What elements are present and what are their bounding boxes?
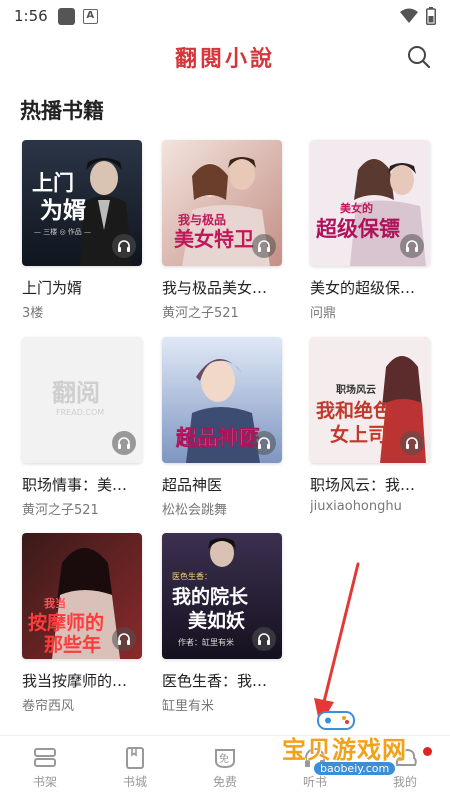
book-author: 缸里有米: [162, 699, 215, 714]
svg-text:免: 免: [219, 752, 229, 765]
tab-label: 书城: [122, 775, 147, 789]
book-title[interactable]: 上门为婿: [22, 277, 144, 298]
wifi-icon: [400, 8, 418, 23]
headphones-icon[interactable]: [112, 627, 136, 651]
book-cover[interactable]: 美女的 超级保镖: [310, 140, 430, 266]
book-cover[interactable]: 超品神医: [162, 337, 282, 463]
svg-text:美女的: 美女的: [340, 201, 373, 215]
svg-text:我和绝色: 我和绝色: [316, 399, 392, 422]
status-bar: 1:56 A: [0, 0, 450, 32]
gamepad-icon: [317, 711, 355, 730]
annotation-arrow: [314, 562, 360, 726]
book-author: 3楼: [22, 306, 44, 321]
book-card[interactable]: 上门 为婿 — 三楼 ◎ 作品 — 上门为婿 3楼: [22, 140, 144, 321]
watermark: 宝贝游戏网 baobeiy.com: [272, 708, 422, 788]
svg-text:FREAD.COM: FREAD.COM: [56, 408, 104, 417]
tab-label: 免费: [212, 775, 237, 789]
book-author: 黄河之子521: [22, 503, 99, 518]
book-title[interactable]: 我当按摩师的…: [22, 670, 144, 691]
book-cover[interactable]: 职场风云 我和绝色 女上司: [310, 337, 430, 463]
svg-text:按摩师的: 按摩师的: [28, 611, 104, 634]
svg-text:上门: 上门: [32, 170, 74, 195]
tab-shelf[interactable]: 书架: [0, 736, 90, 800]
svg-text:翻阅: 翻阅: [52, 378, 100, 407]
status-time: 1:56: [14, 7, 48, 25]
headphones-icon[interactable]: [112, 431, 136, 455]
book-card[interactable]: 职场风云 我和绝色 女上司 职场风云：我… jiuxiaohonghu: [310, 337, 432, 514]
free-icon: 免: [215, 749, 235, 769]
book-cover[interactable]: 翻阅 FREAD.COM: [22, 337, 142, 463]
headphones-icon[interactable]: [112, 234, 136, 258]
headphones-icon[interactable]: [252, 431, 276, 455]
svg-text:美如妖: 美如妖: [188, 609, 245, 632]
book-card[interactable]: 超品神医 超品神医 松松会跳舞: [162, 337, 284, 518]
book-card[interactable]: 我与极品 美女特卫 我与极品美女… 黄河之子521: [162, 140, 284, 321]
svg-text:— 三楼 ◎ 作品 —: — 三楼 ◎ 作品 —: [34, 227, 91, 236]
svg-text:超品神医: 超品神医: [176, 425, 260, 450]
book-author: jiuxiaohonghu: [310, 499, 402, 514]
watermark-text: 宝贝游戏网: [282, 736, 407, 764]
headphones-icon[interactable]: [400, 234, 424, 258]
book-title[interactable]: 医色生香：我…: [162, 670, 284, 691]
book-cover[interactable]: 我当 按摩师的 那些年: [22, 533, 142, 659]
app-title: 翻閱小說: [174, 46, 275, 72]
a-badge-icon: A: [82, 8, 98, 24]
svg-text:为婿: 为婿: [40, 197, 86, 224]
bookstore-icon: [126, 747, 144, 769]
svg-text:我与极品: 我与极品: [178, 212, 226, 227]
tab-label: 书架: [32, 775, 57, 789]
book-author: 卷帘西风: [22, 699, 75, 714]
book-title[interactable]: 职场情事：美…: [22, 474, 144, 495]
book-title[interactable]: 职场风云：我…: [310, 474, 432, 495]
book-card[interactable]: 美女的 超级保镖 美女的超级保… 问鼎: [310, 140, 432, 321]
svg-text:我的院长: 我的院长: [172, 585, 249, 608]
headphones-icon[interactable]: [400, 431, 424, 455]
tab-bookstore[interactable]: 书城: [90, 736, 180, 800]
book-author: 黄河之子521: [162, 306, 239, 321]
svg-text:女上司: 女上司: [330, 423, 387, 446]
book-cover[interactable]: 上门 为婿 — 三楼 ◎ 作品 —: [22, 140, 142, 266]
watermark-url: baobeiy.com: [314, 762, 396, 775]
tab-free[interactable]: 免 免费: [180, 736, 270, 800]
book-title[interactable]: 超品神医: [162, 474, 284, 495]
book-author: 松松会跳舞: [162, 503, 228, 518]
svg-text:医色生香：: 医色生香：: [172, 571, 212, 581]
notification-icon: [57, 7, 75, 25]
book-author: 问鼎: [310, 306, 337, 321]
book-cover[interactable]: 医色生香： 我的院长 美如妖 作者：缸里有米: [162, 533, 282, 659]
battery-icon: [426, 7, 436, 25]
headphones-icon[interactable]: [252, 234, 276, 258]
section-title: 热播书籍: [20, 99, 104, 123]
book-card[interactable]: 翻阅 FREAD.COM 职场情事：美… 黄河之子521: [22, 337, 144, 518]
search-icon[interactable]: [406, 44, 432, 70]
book-title[interactable]: 我与极品美女…: [162, 277, 284, 298]
svg-text:美女特卫: 美女特卫: [174, 227, 254, 251]
svg-text:超级保镖: 超级保镖: [316, 216, 400, 241]
book-title[interactable]: 美女的超级保…: [310, 277, 432, 298]
book-cover[interactable]: 我与极品 美女特卫: [162, 140, 282, 266]
notification-dot: [423, 747, 432, 756]
book-card[interactable]: 我当 按摩师的 那些年 我当按摩师的… 卷帘西风: [22, 533, 144, 714]
shelf-icon: [34, 748, 56, 767]
svg-text:我当: 我当: [44, 596, 66, 610]
headphones-icon[interactable]: [252, 627, 276, 651]
book-card[interactable]: 医色生香： 我的院长 美如妖 作者：缸里有米 医色生香：我… 缸里有米: [162, 533, 284, 714]
svg-text:职场风云: 职场风云: [336, 383, 376, 396]
svg-text:那些年: 那些年: [44, 633, 101, 656]
svg-text:作者：缸里有米: 作者：缸里有米: [178, 637, 234, 647]
app-header: 翻閱小說: [0, 32, 450, 82]
